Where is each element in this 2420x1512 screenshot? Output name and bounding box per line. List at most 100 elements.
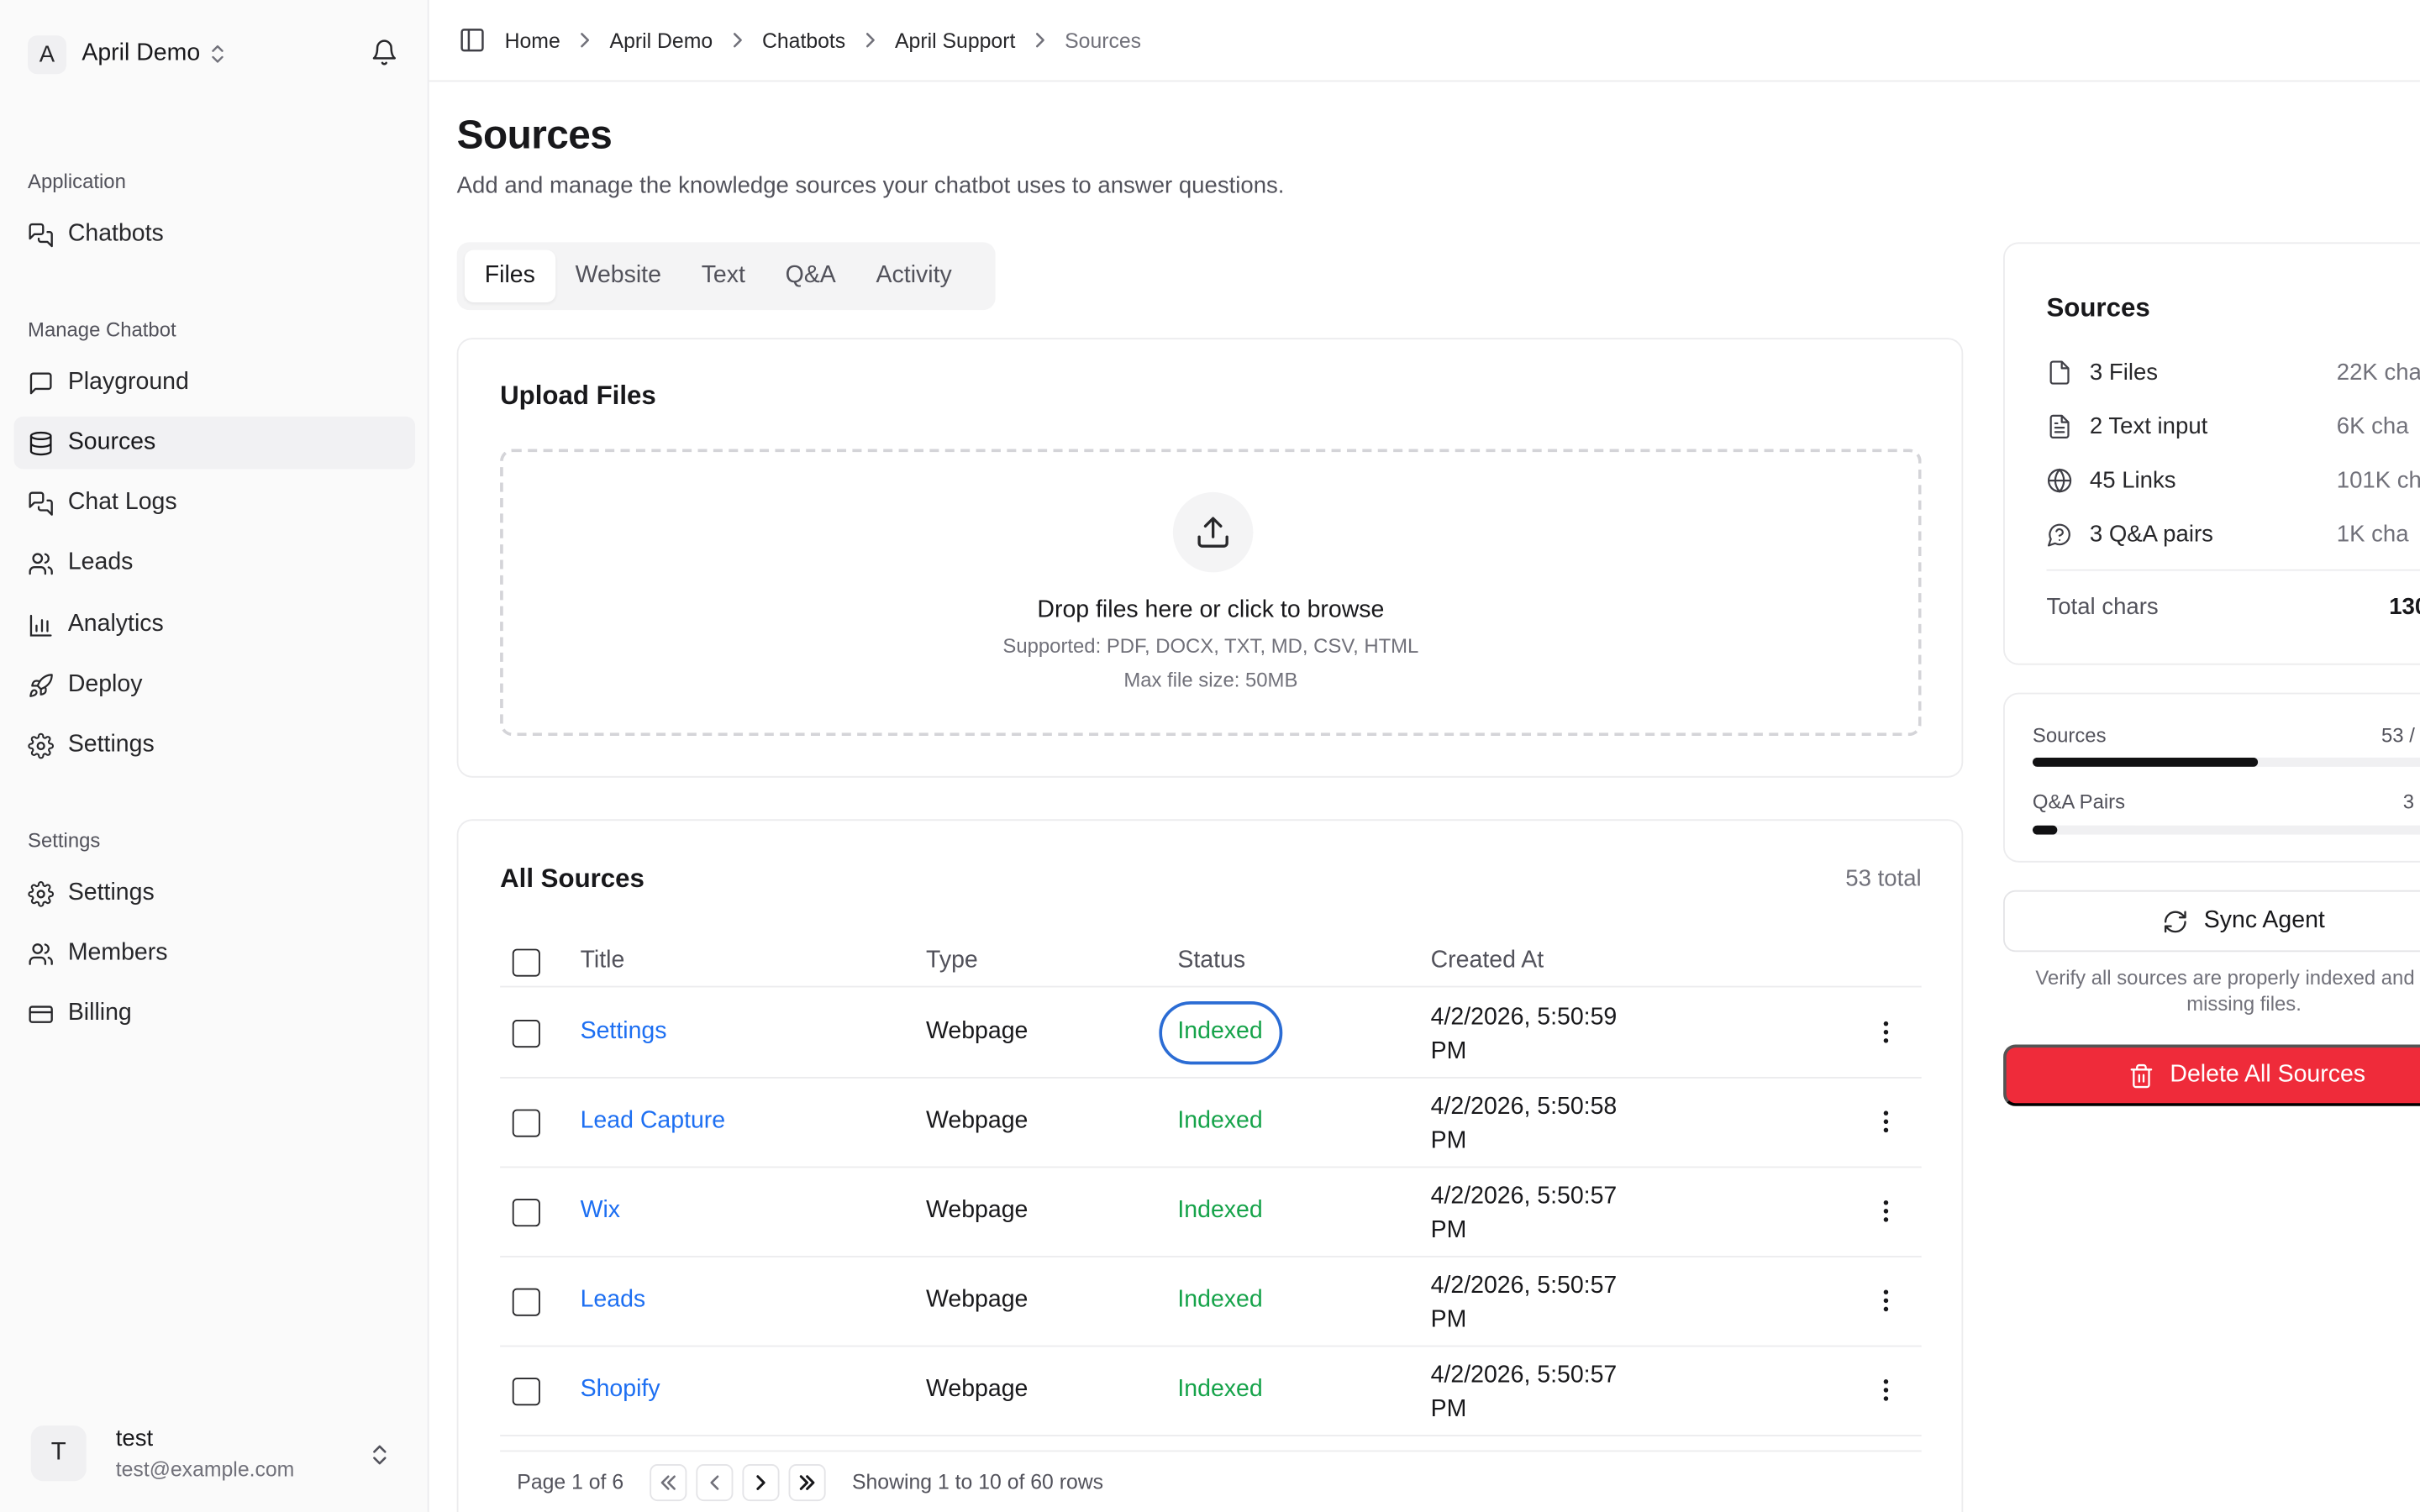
source-title-link[interactable]: Wix — [581, 1197, 620, 1225]
column-status[interactable]: Status — [1177, 948, 1245, 975]
total-chars-value: 130 — [2389, 594, 2420, 621]
sidebar-item-members[interactable]: Members — [14, 927, 416, 979]
workspace-switcher[interactable]: A April Demo — [28, 34, 224, 74]
table-title: All Sources — [500, 864, 644, 894]
tab-files[interactable]: Files — [464, 249, 555, 302]
tab-qa[interactable]: Q&A — [765, 250, 856, 302]
page-title: Sources — [456, 111, 613, 158]
stat-value: 1K cha — [2336, 520, 2409, 548]
stat-value: 22K cha — [2336, 359, 2420, 386]
sources-progress-fill — [2032, 757, 2258, 767]
sidebar-item-sources[interactable]: Sources — [13, 416, 416, 470]
breadcrumb-chatbot[interactable]: April Support — [895, 29, 1015, 52]
select-all-checkbox[interactable] — [512, 948, 540, 977]
sidebar-toggle-icon[interactable] — [458, 26, 486, 54]
more-vertical-icon[interactable] — [1872, 1197, 1900, 1225]
limit-qa-value: 3 — [2402, 790, 2415, 813]
breadcrumb-current: Sources — [1065, 28, 1142, 52]
source-type: Webpage — [926, 1286, 1028, 1314]
sidebar-item-settings[interactable]: Settings — [14, 867, 416, 919]
sidebar-item-chatbot-settings[interactable]: Settings — [14, 719, 416, 771]
sources-summary-card: Sources 3 Files 22K cha 2 Text input 6K … — [2003, 242, 2420, 665]
sync-agent-button[interactable]: Sync Agent — [2003, 890, 2420, 953]
breadcrumb-home[interactable]: Home — [505, 29, 560, 52]
tab-text[interactable]: Text — [681, 250, 765, 302]
more-vertical-icon[interactable] — [1872, 1018, 1900, 1046]
qa-progress — [2032, 825, 2420, 835]
last-page-button[interactable] — [788, 1463, 826, 1501]
chevrons-up-down-icon — [211, 45, 224, 63]
chevron-right-icon — [865, 33, 875, 48]
rocket-icon — [28, 672, 54, 698]
source-type: Webpage — [926, 1197, 1028, 1224]
more-vertical-icon[interactable] — [1872, 1108, 1900, 1136]
source-title-link[interactable]: Leads — [581, 1287, 646, 1315]
chevron-right-icon — [733, 33, 742, 48]
column-created-at[interactable]: Created At — [1431, 948, 1544, 975]
file-text-icon — [2049, 413, 2070, 438]
sidebar-item-chatbots[interactable]: Chatbots — [14, 208, 416, 260]
database-icon — [28, 430, 54, 456]
summary-title: Sources — [2046, 292, 2150, 323]
total-chars-label: Total chars — [2046, 594, 2159, 621]
breadcrumb-workspace[interactable]: April Demo — [610, 29, 713, 52]
source-title-link[interactable]: Shopify — [581, 1376, 660, 1404]
dropzone-title: Drop files here or click to browse — [1037, 596, 1385, 624]
sidebar-item-leads[interactable]: Leads — [14, 537, 416, 589]
sidebar-item-chat-logs[interactable]: Chat Logs — [14, 477, 416, 529]
sidebar-item-analytics[interactable]: Analytics — [14, 599, 416, 651]
table-row: Shopify Webpage Indexed 4/2/2026, 5:50:5… — [500, 1347, 1922, 1436]
upload-title: Upload Files — [500, 381, 656, 411]
source-title-link[interactable]: Settings — [581, 1018, 667, 1046]
chevrons-left-icon — [660, 1474, 676, 1489]
workspace-avatar: A — [28, 34, 66, 74]
status-badge: Indexed — [1177, 1197, 1263, 1224]
chat-bubbles-icon — [28, 222, 54, 248]
bell-icon[interactable] — [371, 39, 398, 66]
chevrons-right-icon — [799, 1474, 815, 1489]
breadcrumb-chatbots[interactable]: Chatbots — [762, 29, 845, 52]
sidebar-item-deploy[interactable]: Deploy — [14, 659, 416, 711]
user-menu[interactable]: T test test@example.com — [14, 1409, 416, 1499]
row-checkbox[interactable] — [512, 1288, 540, 1316]
row-checkbox[interactable] — [512, 1199, 540, 1227]
rows-summary: Showing 1 to 10 of 60 rows — [851, 1470, 1104, 1494]
page-indicator: Page 1 of 6 — [517, 1470, 624, 1494]
column-title[interactable]: Title — [581, 948, 625, 975]
stat-text-input: 2 Text input 6K cha — [2046, 409, 2420, 443]
source-type: Webpage — [926, 1376, 1028, 1403]
sidebar-item-billing[interactable]: Billing — [14, 987, 416, 1039]
qa-progress-fill — [2032, 825, 2058, 835]
sidebar-item-label: Settings — [67, 731, 155, 758]
trash-icon — [2130, 1063, 2153, 1088]
users-icon — [28, 940, 54, 966]
row-checkbox[interactable] — [512, 1378, 540, 1406]
limit-sources-value: 53 / — [2381, 723, 2415, 747]
sidebar-item-playground[interactable]: Playground — [14, 356, 416, 408]
delete-all-label: Delete All Sources — [2170, 1061, 2366, 1088]
tab-website[interactable]: Website — [555, 250, 681, 302]
pagination: Page 1 of 6 Showing 1 to 10 of 60 rows — [500, 1450, 1922, 1511]
first-page-button[interactable] — [650, 1463, 687, 1501]
section-label-manage-chatbot: Manage Chatbot — [28, 318, 176, 341]
stat-label: 3 Q&A pairs — [2089, 520, 2213, 548]
user-email: test@example.com — [115, 1457, 295, 1482]
more-vertical-icon[interactable] — [1872, 1287, 1900, 1315]
sources-table-card: All Sources 53 total Title Type Status C… — [456, 819, 1964, 1512]
tab-activity[interactable]: Activity — [856, 250, 972, 302]
stat-value: 101K cha — [2336, 466, 2420, 493]
chevron-left-icon — [710, 1474, 719, 1489]
column-type[interactable]: Type — [926, 948, 978, 975]
next-page-button[interactable] — [742, 1463, 780, 1501]
row-checkbox[interactable] — [512, 1109, 540, 1137]
source-title-link[interactable]: Lead Capture — [581, 1108, 726, 1136]
sidebar-item-label: Analytics — [67, 611, 164, 638]
upload-card: Upload Files Drop files here or click to… — [456, 338, 1964, 778]
file-dropzone[interactable]: Drop files here or click to browse Suppo… — [500, 449, 1922, 737]
more-vertical-icon[interactable] — [1872, 1376, 1900, 1404]
sidebar-item-label: Sources — [67, 428, 156, 455]
prev-page-button[interactable] — [696, 1463, 734, 1501]
stat-qa-pairs: 3 Q&A pairs 1K cha — [2046, 517, 2420, 550]
row-checkbox[interactable] — [512, 1020, 540, 1048]
delete-all-sources-button[interactable]: Delete All Sources — [2003, 1044, 2420, 1106]
